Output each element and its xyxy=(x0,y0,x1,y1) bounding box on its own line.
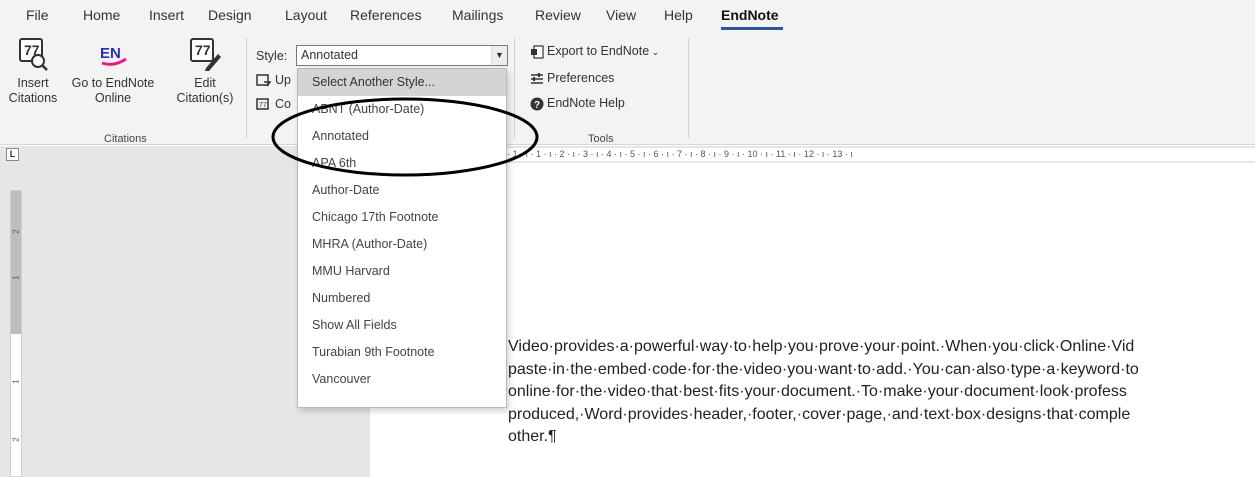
insert-citations-button[interactable]: 77 Insert Citations xyxy=(2,36,64,106)
style-option-vancouver[interactable]: Vancouver xyxy=(298,366,506,393)
insert-citations-icon: 77 xyxy=(19,38,48,71)
menu-endnote[interactable]: EndNote xyxy=(721,7,779,23)
endnote-help-label: EndNote Help xyxy=(547,96,625,110)
menu-layout[interactable]: Layout xyxy=(285,7,327,23)
tab-selector[interactable]: L xyxy=(6,148,19,161)
style-label: Style: xyxy=(256,49,288,63)
text-line: produced,·Word·provides·header,·footer,·… xyxy=(508,405,1131,423)
svg-text:77: 77 xyxy=(259,102,267,109)
menu-file[interactable]: File xyxy=(26,7,49,23)
edit-citations-button[interactable]: 77 Edit Citation(s) xyxy=(170,36,240,106)
vertical-ruler-margin xyxy=(11,191,21,334)
text-line: other.¶ xyxy=(508,428,557,445)
sliders-icon xyxy=(531,72,543,84)
text-line: paste·in·the·embed·code·for·the·video·yo… xyxy=(508,360,1139,378)
text-line: online·for·the·video·that·best·fits·your… xyxy=(508,383,1127,400)
export-to-endnote-button[interactable]: Export to EndNote ⌄ xyxy=(530,44,659,59)
style-option-mhra[interactable]: MHRA (Author-Date) xyxy=(298,231,506,258)
menu-insert[interactable]: Insert xyxy=(149,7,184,23)
go-to-endnote-online-button[interactable]: EN Go to EndNote Online xyxy=(64,36,162,106)
menu-references[interactable]: References xyxy=(350,7,422,23)
vertical-ruler-number: 1 xyxy=(11,275,21,280)
style-option-select-another[interactable]: Select Another Style... xyxy=(298,69,506,96)
export-icon xyxy=(531,45,544,59)
update-citations-button[interactable]: Up xyxy=(256,73,291,88)
style-option-mmu-harvard[interactable]: MMU Harvard xyxy=(298,258,506,285)
menu-bar: File Home Insert Design Layout Reference… xyxy=(0,0,1255,30)
chevron-down-icon[interactable]: ▼ xyxy=(491,46,507,65)
menu-home[interactable]: Home xyxy=(83,7,120,23)
endnote-help-button[interactable]: ? EndNote Help xyxy=(530,96,625,111)
style-option-show-all-fields[interactable]: Show All Fields xyxy=(298,312,506,339)
svg-text:77: 77 xyxy=(195,42,211,58)
vertical-ruler-number: 2 xyxy=(11,229,21,234)
edit-citations-label: Edit Citation(s) xyxy=(176,76,234,105)
menu-view[interactable]: View xyxy=(606,7,636,23)
style-option-author-date[interactable]: Author-Date xyxy=(298,177,506,204)
ribbon-separator xyxy=(246,38,247,138)
svg-text:EN: EN xyxy=(100,45,121,62)
horizontal-ruler[interactable]: · 1 · ı · 1 · ı · 2 · ı · 3 · ı · 4 · ı … xyxy=(507,148,1255,161)
ruler-bar: L · 1 · ı · 1 · ı · 2 · ı · 3 · ı · 4 · … xyxy=(0,146,1255,163)
style-select[interactable]: Annotated ▼ xyxy=(296,45,508,66)
update-citations-label: Up xyxy=(275,73,291,87)
group-label-tools: Tools xyxy=(588,133,614,145)
ribbon-separator xyxy=(688,38,689,138)
vertical-ruler-number: 2 xyxy=(11,437,21,442)
style-select-value: Annotated xyxy=(301,48,358,62)
text-line: Video·provides·a·powerful·way·to·help·yo… xyxy=(508,338,1135,355)
insert-citations-label: Insert Citations xyxy=(8,76,58,105)
edit-citations-icon: 77 xyxy=(190,38,221,71)
group-label-citations: Citations xyxy=(104,133,147,145)
preferences-label: Preferences xyxy=(547,71,615,85)
style-option-turabian[interactable]: Turabian 9th Footnote xyxy=(298,339,506,366)
preferences-button[interactable]: Preferences xyxy=(530,71,614,86)
endnote-logo-icon: EN xyxy=(100,45,127,66)
annotation-ellipse xyxy=(271,97,539,177)
vertical-ruler[interactable]: 2 1 1 2 xyxy=(10,190,22,477)
menu-design[interactable]: Design xyxy=(208,7,252,23)
style-option-chicago[interactable]: Chicago 17th Footnote xyxy=(298,204,506,231)
menu-help[interactable]: Help xyxy=(664,7,693,23)
document-body-text[interactable]: Video·provides·a·powerful·way·to·help·yo… xyxy=(508,336,1255,449)
go-to-endnote-online-label: Go to EndNote Online xyxy=(71,76,155,105)
menu-mailings[interactable]: Mailings xyxy=(452,7,503,23)
update-citations-icon xyxy=(256,73,272,87)
vertical-ruler-number: 1 xyxy=(11,379,21,384)
style-option-numbered[interactable]: Numbered xyxy=(298,285,506,312)
ribbon: 77 Insert Citations EN Go to EndNote Onl… xyxy=(0,30,1255,145)
menu-review[interactable]: Review xyxy=(535,7,581,23)
export-to-endnote-label: Export to EndNote xyxy=(547,44,650,58)
